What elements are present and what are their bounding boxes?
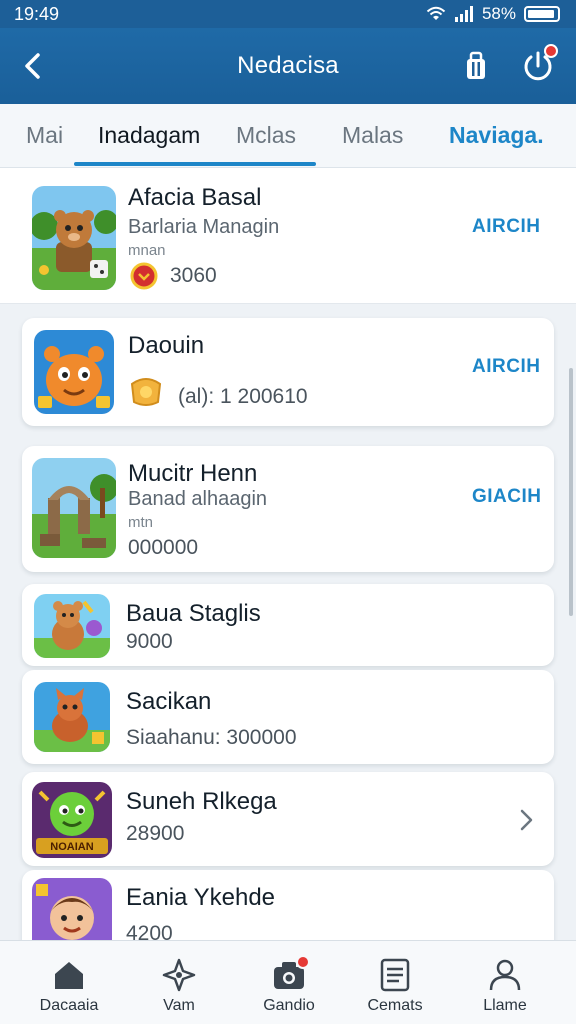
nav-item-gandio[interactable]: Gandio — [234, 941, 344, 1024]
battery-percent: 58% — [481, 4, 516, 23]
bottom-navigation: Dacaaia Vam Gandio Cemats Llame — [0, 940, 576, 1024]
tab-malas[interactable]: Malas — [342, 122, 403, 149]
item-amount: 000000 — [128, 536, 199, 559]
power-button[interactable] — [520, 44, 558, 84]
bear-gem-game-icon — [34, 594, 110, 658]
item-amount: 9000 — [126, 630, 173, 653]
tab-inadagam[interactable]: Inadagam — [98, 122, 200, 149]
nav-label: Dacaaia — [39, 997, 99, 1014]
list-item[interactable]: Afacia Basal Barlaria Managin mnan 3060 … — [0, 168, 576, 304]
list-item[interactable]: Baua Staglis 9000 — [22, 584, 554, 666]
nav-item-home[interactable]: Dacaaia — [14, 941, 124, 1024]
person-icon — [489, 959, 521, 991]
kid-game-icon — [32, 878, 112, 940]
wifi-icon — [426, 6, 446, 20]
game-list: Afacia Basal Barlaria Managin mnan 3060 … — [0, 168, 576, 940]
bag-button[interactable] — [458, 48, 494, 84]
tab-naviaga[interactable]: Naviaga. — [449, 122, 544, 149]
signal-icon — [454, 6, 473, 22]
nav-label: Vam — [163, 997, 195, 1014]
status-icons: 58% — [426, 4, 560, 24]
status-time: 19:49 — [14, 3, 60, 24]
item-tiny-label: mnan — [128, 242, 166, 259]
bear-game-icon — [32, 186, 116, 290]
home-icon — [55, 962, 83, 989]
item-amount: Siaahanu: 300000 — [126, 726, 297, 749]
stone-arch-game-icon — [32, 458, 116, 558]
app-header: Nedacisa — [0, 28, 576, 104]
list-item[interactable]: Sacikan Siaahanu: 300000 — [22, 670, 554, 764]
document-icon — [380, 958, 410, 992]
fox-game-icon — [34, 682, 110, 752]
thumb-caption: NOAIAN — [50, 841, 93, 853]
item-action-button[interactable]: GIACIH — [472, 486, 542, 508]
item-name: Baua Staglis — [126, 600, 261, 627]
shopping-bag-icon — [467, 51, 485, 79]
item-tiny-label: mtn — [128, 514, 154, 531]
tab-bar: Mai Inadagam Mclas Malas Naviaga. — [0, 104, 576, 168]
item-subtitle: Barlaria Managin — [128, 216, 280, 238]
item-name: Daouin — [128, 332, 205, 359]
item-name: Sacikan — [126, 688, 212, 715]
item-amount: 3060 — [170, 264, 217, 287]
page-title: Nedacisa — [237, 52, 339, 79]
red-coin-icon — [130, 262, 158, 290]
item-amount: 4200 — [126, 922, 173, 940]
back-button[interactable] — [18, 50, 50, 82]
nav-label: Gandio — [263, 997, 315, 1014]
list-item[interactable]: Eania Ykehde 4200 — [22, 870, 554, 940]
list-item[interactable]: NOAIAN Suneh Rlkega 28900 — [22, 772, 554, 866]
chevron-right-icon[interactable] — [516, 806, 536, 834]
item-name: Mucitr Henn — [128, 460, 258, 487]
battery-icon — [524, 6, 560, 22]
gold-coin-icon — [130, 378, 162, 406]
nav-item-cemats[interactable]: Cemats — [340, 941, 450, 1024]
item-name: Eania Ykehde — [126, 884, 276, 911]
tab-mclas[interactable]: Mclas — [236, 122, 296, 149]
item-amount: (al): 1 200610 — [178, 385, 308, 408]
green-monster-game-icon: NOAIAN — [32, 782, 112, 858]
nav-item-llame[interactable]: Llame — [450, 941, 560, 1024]
item-subtitle: Banad alhaagin — [128, 488, 268, 510]
notification-badge — [296, 955, 310, 969]
nav-label: Llame — [483, 997, 527, 1014]
list-item[interactable]: Mucitr Henn Banad alhaagin mtn 000000 GI… — [22, 446, 554, 572]
active-tab-indicator — [74, 162, 316, 166]
notification-badge — [544, 44, 558, 58]
list-scrollbar[interactable] — [569, 368, 573, 616]
item-action-button[interactable]: AIRCIH — [472, 356, 540, 378]
item-amount: 28900 — [126, 822, 185, 845]
status-bar: 19:49 58% — [0, 0, 576, 28]
item-name: Afacia Basal — [128, 184, 262, 211]
star-compass-icon — [162, 958, 196, 992]
orange-creature-game-icon — [34, 330, 114, 414]
item-action-button[interactable]: AIRCIH — [472, 216, 540, 238]
nav-item-vam[interactable]: Vam — [124, 941, 234, 1024]
list-item[interactable]: Daouin (al): 1 200610 AIRCIH — [22, 318, 554, 426]
nav-label: Cemats — [367, 997, 423, 1014]
tab-mai[interactable]: Mai — [26, 122, 63, 149]
item-name: Suneh Rlkega — [126, 788, 277, 815]
